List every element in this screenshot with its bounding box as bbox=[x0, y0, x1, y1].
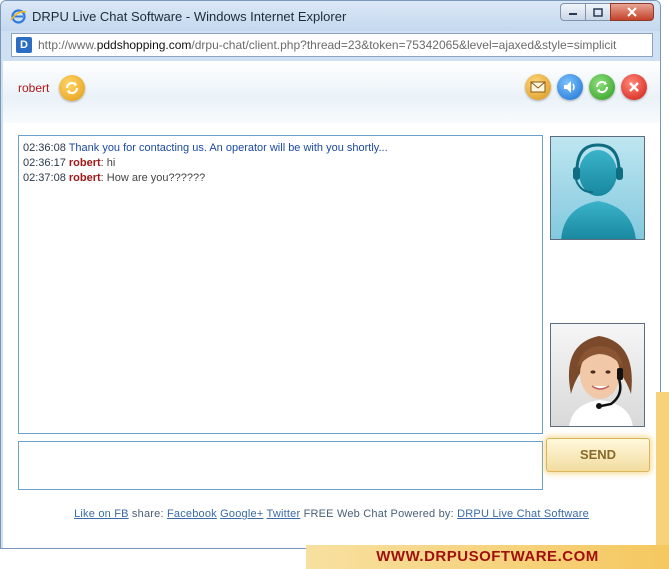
brand-banner: WWW.DRPUSOFTWARE.COM bbox=[306, 545, 669, 569]
maximize-icon bbox=[593, 7, 603, 17]
window-title: DRPU Live Chat Software - Windows Intern… bbox=[32, 9, 347, 24]
message-input[interactable] bbox=[18, 441, 543, 490]
sound-toggle-button[interactable] bbox=[557, 74, 583, 100]
url-domain: pddshopping.com bbox=[96, 38, 192, 52]
url-text[interactable]: http://www.pddshopping.com/drpu-chat/cli… bbox=[38, 38, 650, 52]
minimize-icon bbox=[569, 13, 577, 15]
operator-photo-avatar bbox=[550, 323, 645, 427]
chat-log[interactable]: 02:36:08 Thank you for contacting us. An… bbox=[18, 135, 543, 434]
minimize-button[interactable] bbox=[560, 3, 586, 21]
send-button[interactable]: SEND bbox=[546, 438, 650, 472]
reload-icon bbox=[596, 81, 608, 93]
internet-explorer-icon bbox=[10, 9, 27, 24]
operator-headset-silhouette-icon bbox=[561, 143, 636, 239]
share-label: share: bbox=[128, 508, 167, 520]
twitter-share-link[interactable]: Twitter bbox=[267, 508, 301, 520]
speaker-icon bbox=[564, 81, 575, 93]
message-text: Thank you for contacting us. An operator… bbox=[68, 142, 388, 154]
url-path: /drpu-chat/client.php?thread=23&token=75… bbox=[191, 38, 617, 52]
chat-page: robert 02:36:08 Thank you for contacting… bbox=[3, 61, 660, 548]
operator-woman-headset-icon bbox=[568, 336, 633, 426]
operator-silhouette-avatar bbox=[550, 136, 645, 240]
close-x-icon bbox=[627, 7, 637, 17]
refresh-icon bbox=[66, 82, 78, 94]
chat-header: robert bbox=[3, 61, 660, 123]
message-time: 02:37:08 bbox=[23, 172, 66, 184]
maximize-button[interactable] bbox=[585, 3, 611, 21]
refresh-chat-button[interactable] bbox=[589, 74, 615, 100]
address-bar[interactable]: D http://www.pddshopping.com/drpu-chat/c… bbox=[11, 33, 653, 57]
chat-footer: Like on FB share: Facebook Google+ Twitt… bbox=[3, 508, 660, 520]
close-icon bbox=[629, 82, 639, 92]
chat-message: 02:36:17 robert: hi bbox=[23, 156, 538, 171]
site-favicon-icon: D bbox=[16, 37, 32, 53]
google-plus-share-link[interactable]: Google+ bbox=[220, 508, 263, 520]
change-name-button[interactable] bbox=[59, 75, 85, 101]
message-time: 02:36:17 bbox=[23, 157, 66, 169]
message-sender: robert bbox=[68, 157, 101, 169]
visitor-name: robert bbox=[18, 81, 50, 95]
message-text: : hi bbox=[100, 157, 116, 169]
title-bar[interactable]: DRPU Live Chat Software - Windows Intern… bbox=[1, 1, 660, 31]
brand-side-strip bbox=[656, 392, 669, 569]
facebook-share-link[interactable]: Facebook bbox=[167, 508, 217, 520]
message-time: 02:36:08 bbox=[23, 142, 66, 154]
powered-by-label: FREE Web Chat Powered by: bbox=[300, 508, 458, 520]
message-text: : How are you?????? bbox=[100, 172, 206, 184]
window-controls bbox=[560, 3, 654, 21]
chat-message: 02:36:08 Thank you for contacting us. An… bbox=[23, 141, 538, 156]
drpu-software-link[interactable]: DRPU Live Chat Software bbox=[457, 508, 589, 520]
url-prefix: http://www. bbox=[38, 38, 97, 52]
mail-icon bbox=[530, 81, 546, 93]
window-close-button[interactable] bbox=[610, 3, 654, 21]
close-chat-button[interactable] bbox=[621, 74, 647, 100]
message-sender: robert bbox=[68, 172, 101, 184]
email-transcript-button[interactable] bbox=[525, 74, 551, 100]
browser-window: DRPU Live Chat Software - Windows Intern… bbox=[0, 0, 661, 549]
like-on-fb-link[interactable]: Like on FB bbox=[74, 508, 129, 520]
chat-message: 02:37:08 robert: How are you?????? bbox=[23, 171, 538, 186]
